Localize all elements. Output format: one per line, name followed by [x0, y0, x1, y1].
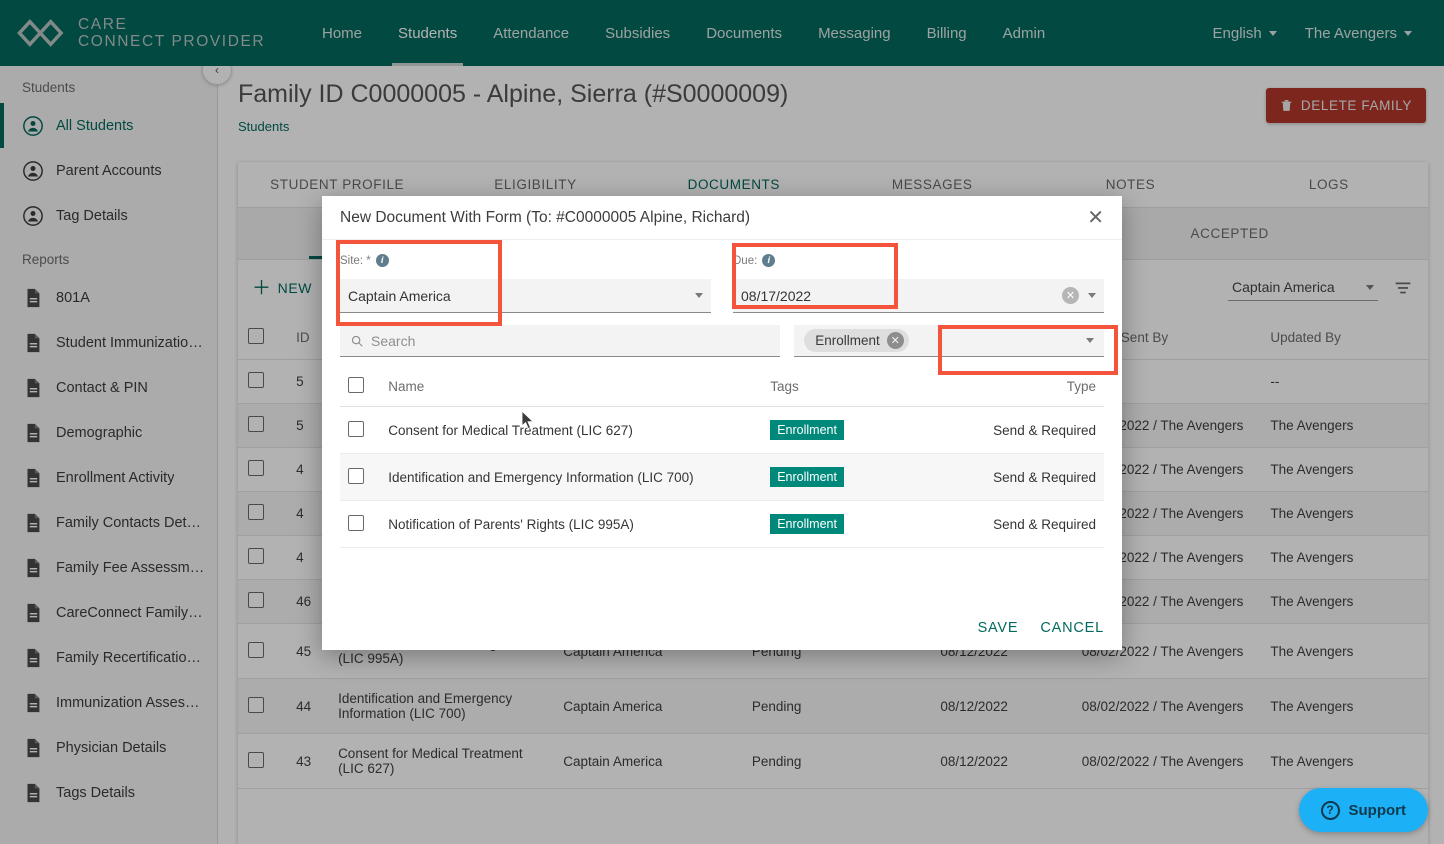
form-cell-name: Notification of Parents' Rights (LIC 995…: [380, 500, 763, 548]
form-col-type: Type: [943, 367, 1104, 407]
new-document-modal: New Document With Form (To: #C0000005 Al…: [322, 196, 1122, 650]
form-row-checkbox-cell: [340, 453, 381, 501]
question-circle-icon: ?: [1320, 800, 1340, 820]
mouse-cursor: [521, 410, 535, 430]
form-row-checkbox[interactable]: [348, 514, 364, 531]
chevron-down-icon: [695, 293, 703, 298]
search-icon: [351, 335, 363, 347]
form-col-name: Name: [380, 367, 763, 407]
info-icon[interactable]: i: [375, 254, 389, 267]
list-item[interactable]: Identification and Emergency Information…: [340, 453, 1104, 501]
modal-search-row: Search Enrollment ✕: [322, 313, 1122, 357]
info-icon[interactable]: i: [762, 254, 776, 267]
cancel-button[interactable]: CANCEL: [1040, 620, 1104, 636]
site-label-text: Site: *: [340, 254, 371, 267]
chevron-down-icon: [1086, 338, 1094, 343]
site-field-label: Site: * i: [340, 254, 711, 267]
due-field-label: Due: i: [733, 254, 1104, 267]
clear-circle-icon[interactable]: ✕: [1062, 287, 1079, 304]
search-placeholder: Search: [371, 332, 416, 349]
form-cell-name: Identification and Emergency Information…: [380, 453, 763, 501]
status-badge: Enrollment: [770, 420, 844, 440]
chevron-down-icon: [1088, 293, 1096, 298]
status-badge: Enrollment: [770, 514, 844, 534]
due-field-group: Due: i 08/17/2022 ✕: [733, 254, 1104, 313]
due-date-value: 08/17/2022: [741, 287, 812, 304]
form-row-checkbox[interactable]: [348, 420, 364, 437]
document-search-input[interactable]: Search: [340, 325, 781, 357]
list-item[interactable]: Consent for Medical Treatment (LIC 627) …: [340, 406, 1104, 454]
form-table-header-row: Name Tags Type: [340, 367, 1104, 407]
modal-title: New Document With Form (To: #C0000005 Al…: [340, 208, 751, 226]
support-label: Support: [1348, 801, 1407, 819]
form-selection-table: Name Tags Type Consent for Medical Treat…: [340, 367, 1104, 548]
form-cell-tags: Enrollment: [762, 453, 944, 501]
form-cell-type: Send & Required: [943, 406, 1104, 454]
due-label-text: Due:: [733, 254, 758, 267]
status-badge: Enrollment: [770, 467, 844, 487]
due-date-input[interactable]: 08/17/2022 ✕: [733, 279, 1104, 313]
modal-field-row: Site: * i Captain America Due: i 08/17/2…: [322, 240, 1122, 313]
form-row-checkbox-cell: [340, 406, 381, 454]
form-select-all-checkbox[interactable]: [348, 377, 364, 393]
form-row-checkbox[interactable]: [348, 467, 364, 484]
form-cell-type: Send & Required: [943, 500, 1104, 548]
tag-chip-label: Enrollment: [815, 333, 880, 348]
form-col-tags: Tags: [762, 367, 944, 407]
site-selected-value: Captain America: [348, 287, 451, 304]
form-select-all-header: [340, 367, 381, 407]
modal-footer: SAVE CANCEL: [978, 620, 1104, 636]
form-cell-tags: Enrollment: [762, 406, 944, 454]
support-widget-button[interactable]: ? Support: [1298, 788, 1428, 832]
form-table-body: Consent for Medical Treatment (LIC 627) …: [340, 406, 1104, 548]
modal-header: New Document With Form (To: #C0000005 Al…: [322, 196, 1122, 240]
site-select-input[interactable]: Captain America: [340, 279, 711, 313]
form-cell-name: Consent for Medical Treatment (LIC 627): [380, 406, 763, 454]
form-cell-type: Send & Required: [943, 453, 1104, 501]
tag-filter-select[interactable]: Enrollment ✕: [794, 325, 1104, 357]
list-item[interactable]: Notification of Parents' Rights (LIC 995…: [340, 500, 1104, 548]
site-field-group: Site: * i Captain America: [340, 254, 711, 313]
tag-filter-chip: Enrollment ✕: [804, 329, 909, 352]
form-cell-tags: Enrollment: [762, 500, 944, 548]
save-button[interactable]: SAVE: [978, 620, 1019, 636]
close-icon[interactable]: ✕: [1087, 208, 1104, 228]
remove-circle-icon[interactable]: ✕: [886, 332, 904, 349]
form-row-checkbox-cell: [340, 500, 381, 548]
